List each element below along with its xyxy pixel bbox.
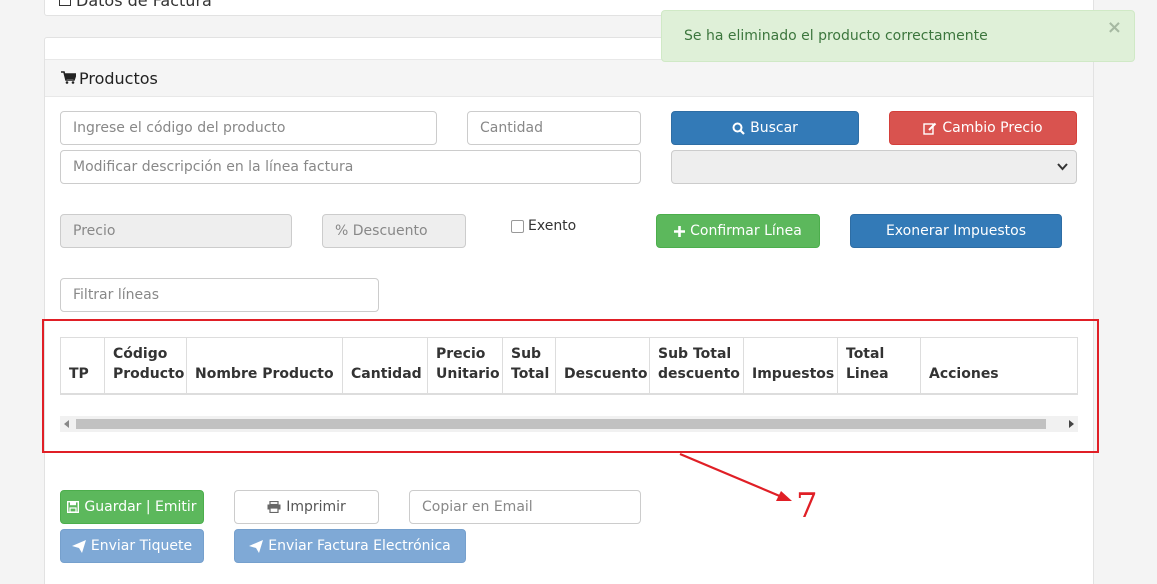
guardar-label: Guardar | Emitir xyxy=(84,499,197,515)
buscar-label: Buscar xyxy=(750,120,798,136)
exonerar-label: Exonerar Impuestos xyxy=(885,223,1027,239)
enviar-tiquete-label: Enviar Tiquete xyxy=(90,538,193,554)
shopping-cart-icon xyxy=(61,71,76,84)
enviar-factura-button[interactable]: Enviar Factura Electrónica xyxy=(234,529,466,563)
imprimir-label: Imprimir xyxy=(286,499,346,515)
descuento-input[interactable] xyxy=(322,214,466,248)
plus-icon xyxy=(674,225,686,237)
chevron-down-icon xyxy=(1057,163,1068,171)
annotation-number: 7 xyxy=(796,486,818,526)
productos-heading: Productos xyxy=(45,59,1093,97)
producto-select[interactable] xyxy=(671,150,1077,184)
buscar-button[interactable]: Buscar xyxy=(671,111,859,145)
annotation-highlight-box xyxy=(42,319,1099,453)
cambio-precio-label: Cambio Precio xyxy=(942,120,1043,136)
checkbox-icon xyxy=(59,0,71,6)
floppy-disk-icon xyxy=(67,501,80,513)
productos-heading-label: Productos xyxy=(79,69,158,88)
cantidad-input[interactable] xyxy=(467,111,641,145)
paper-plane-icon xyxy=(71,539,86,553)
close-icon[interactable]: × xyxy=(1107,17,1122,38)
datos-factura-title: Datos de Factura xyxy=(59,0,212,10)
toast-message: Se ha eliminado el producto correctament… xyxy=(684,28,988,44)
exonerar-impuestos-button[interactable]: Exonerar Impuestos xyxy=(850,214,1062,248)
precio-input[interactable] xyxy=(60,214,292,248)
guardar-emitir-button[interactable]: Guardar | Emitir xyxy=(60,490,204,524)
enviar-factura-label: Enviar Factura Electrónica xyxy=(268,538,451,554)
cambio-precio-button[interactable]: Cambio Precio xyxy=(889,111,1077,145)
copiar-email-input[interactable] xyxy=(409,490,641,524)
exento-label: Exento xyxy=(528,218,577,234)
confirmar-linea-label: Confirmar Línea xyxy=(690,223,802,239)
success-toast: Se ha eliminado el producto correctament… xyxy=(661,10,1135,62)
exento-checkbox[interactable] xyxy=(511,219,524,233)
search-icon xyxy=(732,122,745,135)
imprimir-button[interactable]: Imprimir xyxy=(234,490,379,524)
codigo-producto-input[interactable] xyxy=(60,111,437,145)
filtrar-lineas-input[interactable] xyxy=(60,278,379,312)
paper-plane-icon xyxy=(249,539,264,553)
enviar-tiquete-button[interactable]: Enviar Tiquete xyxy=(60,529,204,563)
descripcion-input[interactable] xyxy=(60,150,641,184)
exento-checkbox-label[interactable]: Exento xyxy=(511,218,576,234)
print-icon xyxy=(267,501,281,513)
edit-icon xyxy=(923,122,937,135)
confirmar-linea-button[interactable]: Confirmar Línea xyxy=(656,214,820,248)
